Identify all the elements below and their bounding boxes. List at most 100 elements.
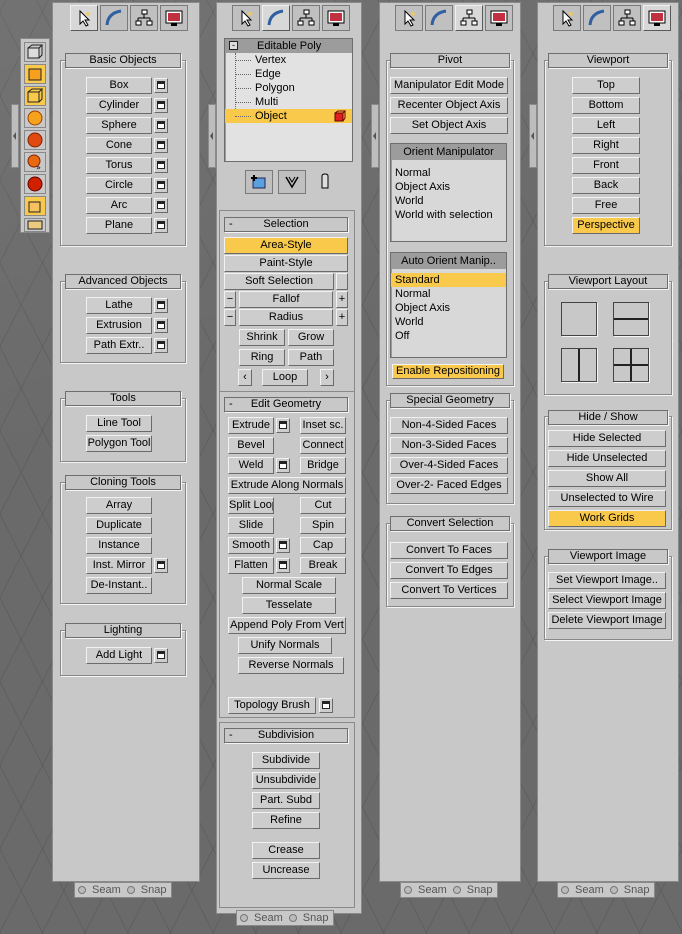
manipulator-edit-mode-button[interactable]: Manipulator Edit Mode [390,77,508,94]
topology-brush-button[interactable]: Topology Brush [228,697,316,714]
cone-settings-icon[interactable] [154,138,168,153]
selection-title[interactable]: - Selection [224,217,348,232]
display-tab-monitor-icon-2[interactable] [322,5,350,31]
non-4-sided-faces-button[interactable]: Non-4-Sided Faces [390,417,508,434]
box-settings-icon[interactable] [154,78,168,93]
pin-stack-icon[interactable] [245,170,273,194]
plane-button[interactable]: Plane [86,217,152,234]
snap-radio-icon-4[interactable] [609,886,618,894]
paint-style-button[interactable]: Paint-Style [224,255,348,272]
loop-next-button[interactable]: › [320,369,334,386]
set-viewport-image-button[interactable]: Set Viewport Image.. [548,572,666,589]
modify-tab-bend-icon-2[interactable] [262,5,290,31]
path-extrusion-button[interactable]: Path Extr.. [86,337,152,354]
set-object-axis-button[interactable]: Set Object Axis [390,117,508,134]
perspective-view-button[interactable]: Perspective [572,217,640,234]
reverse-normals-button[interactable]: Reverse Normals [238,657,344,674]
extrusion-settings-icon[interactable] [154,318,168,333]
add-light-settings-icon[interactable] [154,648,168,663]
cut-button[interactable]: Cut [300,497,346,514]
polygon-tool-button[interactable]: Polygon Tool [86,435,152,452]
refine-button[interactable]: Refine [252,812,320,829]
extrude-along-normals-button[interactable]: Extrude Along Normals [228,477,346,494]
auto-standard-item[interactable]: Standard [391,273,506,287]
show-all-button[interactable]: Show All [548,470,666,487]
hide-unselected-button[interactable]: Hide Unselected [548,450,666,467]
modify-tab-bend-icon[interactable] [100,5,128,31]
line-tool-button[interactable]: Line Tool [86,415,152,432]
collapse-arrow-4-icon[interactable] [529,104,537,168]
box-button[interactable]: Box [86,77,152,94]
radius-minus-button[interactable]: − [224,309,236,326]
sphere-expand-tool-icon[interactable]: » [24,152,46,172]
bridge-button[interactable]: Bridge [300,457,346,474]
area-style-button[interactable]: Area-Style [224,237,348,254]
arc-settings-icon[interactable] [154,198,168,213]
loop-prev-button[interactable]: ‹ [238,369,252,386]
stack-item-polygon[interactable]: Polygon [225,81,352,95]
sphere-button[interactable]: Sphere [86,117,152,134]
cylinder-button[interactable]: Cylinder [86,97,152,114]
seam-radio-icon-3[interactable] [404,886,412,894]
hierarchy-tab-icon[interactable] [130,5,158,31]
seam-radio-icon-2[interactable] [240,914,248,922]
left-view-button[interactable]: Left [572,117,640,134]
layout-four-icon[interactable] [613,348,649,382]
collapse-arrow-2-icon[interactable] [208,104,216,168]
recenter-object-axis-button[interactable]: Recenter Object Axis [390,97,508,114]
cylinder-settings-icon[interactable] [154,98,168,113]
over-2-faced-edges-button[interactable]: Over-2- Faced Edges [390,477,508,494]
unselected-to-wire-button[interactable]: Unselected to Wire [548,490,666,507]
modify-tab-bend-icon-3[interactable] [425,5,453,31]
back-view-button[interactable]: Back [572,177,640,194]
flatten-button[interactable]: Flatten [228,557,274,574]
ring-button[interactable]: Ring [239,349,285,366]
subdivision-title[interactable]: - Subdivision [224,728,348,743]
make-unique-icon[interactable] [311,170,339,194]
lathe-settings-icon[interactable] [154,298,168,313]
torus-button[interactable]: Torus [86,157,152,174]
tesselate-button[interactable]: Tesselate [242,597,336,614]
show-end-result-icon[interactable] [278,170,306,194]
de-instance-button[interactable]: De-Instant.. [86,577,152,594]
falloff-plus-button[interactable]: + [336,291,348,308]
create-tab-cursor-icon-2[interactable] [232,5,260,31]
duplicate-button[interactable]: Duplicate [86,517,152,534]
add-light-button[interactable]: Add Light [86,647,152,664]
unsubdivide-button[interactable]: Unsubdivide [252,772,320,789]
edit-geometry-title[interactable]: - Edit Geometry [224,397,348,412]
over-4-sided-faces-button[interactable]: Over-4-Sided Faces [390,457,508,474]
free-view-button[interactable]: Free [572,197,640,214]
smooth-settings-icon[interactable] [276,538,290,553]
auto-off-item[interactable]: Off [391,329,506,343]
create-tab-cursor-icon[interactable] [70,5,98,31]
snap-radio-icon-3[interactable] [452,886,461,894]
enable-repositioning-button[interactable]: Enable Repositioning [392,364,504,379]
part-subd-button[interactable]: Part. Subd [252,792,320,809]
falloff-button[interactable]: Fallof [239,291,333,308]
sphere-tool-icon[interactable] [24,108,46,128]
orient-world-item[interactable]: World [391,194,506,208]
inst-mirror-settings-icon[interactable] [154,558,168,573]
hide-selected-button[interactable]: Hide Selected [548,430,666,447]
bevel-button[interactable]: Bevel [228,437,274,454]
non-3-sided-faces-button[interactable]: Non-3-Sided Faces [390,437,508,454]
plane-tool-icon[interactable] [24,64,46,84]
extrude-settings-icon[interactable] [276,418,290,433]
create-tab-cursor-icon-4[interactable] [553,5,581,31]
right-view-button[interactable]: Right [572,137,640,154]
box-tool-icon[interactable] [24,42,46,62]
convert-to-faces-button[interactable]: Convert To Faces [390,542,508,559]
display-tab-monitor-icon[interactable] [160,5,188,31]
soft-selection-button[interactable]: Soft Selection [224,273,334,290]
path-extrusion-settings-icon[interactable] [154,338,168,353]
shrink-button[interactable]: Shrink [239,329,285,346]
inst-mirror-button[interactable]: Inst. Mirror [86,557,152,574]
collapse-arrow-3-icon[interactable] [371,104,379,168]
sphere-dark-tool-icon[interactable] [24,174,46,194]
create-tab-cursor-icon-3[interactable] [395,5,423,31]
selection-collapse-icon[interactable]: - [229,218,233,231]
seam-radio-icon[interactable] [78,886,86,894]
snap-radio-icon-2[interactable] [288,914,297,922]
flat-box-tool-icon[interactable] [24,196,46,216]
